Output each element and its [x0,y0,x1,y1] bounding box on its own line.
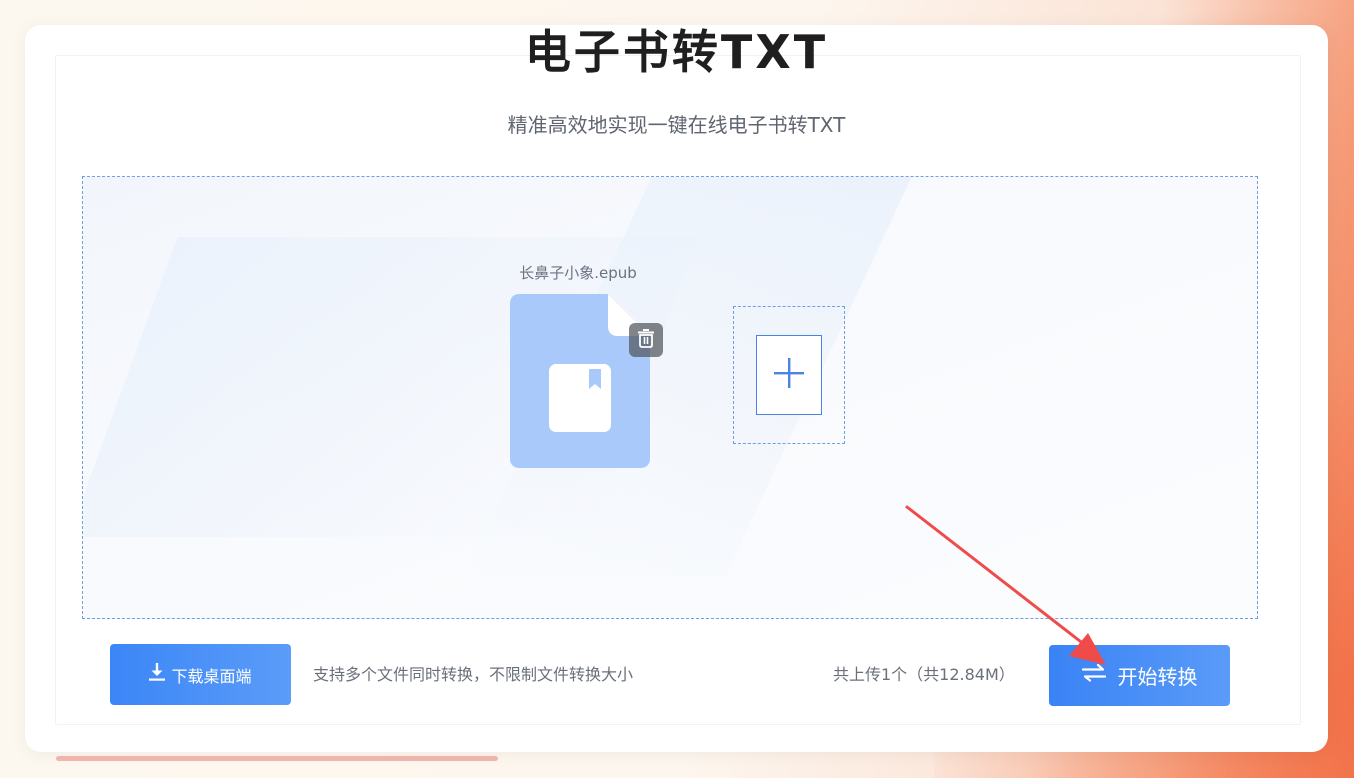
delete-file-button[interactable] [629,323,663,357]
support-info-text: 支持多个文件同时转换，不限制文件转换大小 [313,665,634,684]
page-subtitle: 精准高效地实现一键在线电子书转TXT [507,113,846,137]
page-title: 电子书转TXT [524,25,829,79]
file-name: 长鼻子小象.epub [519,264,637,282]
start-convert-button[interactable]: 开始转换 [1049,645,1230,706]
download-desktop-label: 下载桌面端 [171,668,252,686]
download-icon [149,663,166,686]
upload-count-text: 共上传1个（共12.84M） [833,665,1015,684]
upload-dropzone[interactable]: 长鼻子小象.epub [82,176,1258,619]
plus-icon [772,356,806,394]
start-convert-label: 开始转换 [1117,665,1198,689]
trash-icon [637,328,655,352]
converter-card: 电子书转TXT 精准高效地实现一键在线电子书转TXT 长鼻子小象.epub 下载… [25,25,1328,752]
swap-arrows-icon [1081,663,1106,688]
add-file-button[interactable] [733,306,845,444]
ebook-file-icon [510,294,650,468]
scroll-indicator [56,756,498,761]
download-desktop-button[interactable]: 下载桌面端 [110,644,291,705]
